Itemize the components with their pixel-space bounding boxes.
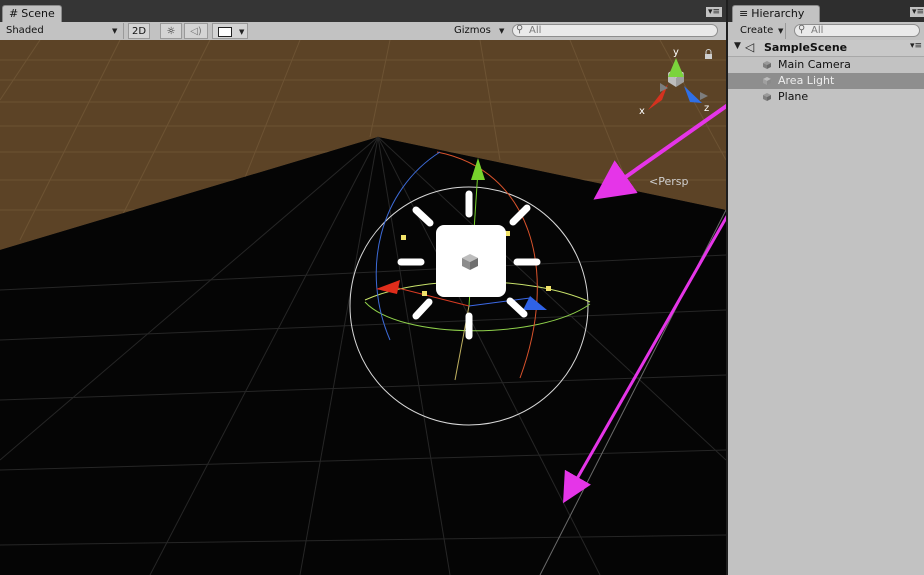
hierarchy-item-label: Plane xyxy=(778,90,809,103)
grid-icon: # xyxy=(9,7,19,20)
unity-logo-icon: ◁ xyxy=(745,40,755,54)
tab-scene-label: Scene xyxy=(21,7,55,20)
scene-root-row[interactable]: ▼ ◁ SampleScene ▾≡ xyxy=(728,40,924,57)
draw-mode-dropdown[interactable]: Shaded ▼ xyxy=(0,23,124,39)
gameobject-cube-icon xyxy=(763,61,771,69)
list-icon: ≡ xyxy=(739,7,749,20)
scene-menu-icon[interactable]: ▾≡ xyxy=(910,41,922,51)
create-label: Create xyxy=(740,25,774,36)
axis-x-label: x xyxy=(639,106,645,117)
axis-z-label: z xyxy=(704,103,709,114)
draw-mode-value: Shaded xyxy=(6,25,44,36)
audio-toggle-button[interactable]: ◁) xyxy=(184,23,208,39)
scene-search-placeholder: All xyxy=(529,25,542,36)
tab-hierarchy-label: Hierarchy xyxy=(751,7,805,20)
search-icon: ⚲ xyxy=(798,24,806,35)
scene-viewport[interactable]: y x z <Persp xyxy=(0,40,726,575)
effects-dropdown[interactable]: ▼ xyxy=(212,23,248,39)
hierarchy-panel-menu-icon[interactable]: ▾≡ xyxy=(910,7,924,17)
hierarchy-toolbar: Create ▼ ⚲ All xyxy=(728,22,924,41)
hierarchy-item-plane[interactable]: Plane xyxy=(728,89,924,105)
toggle-2d-label: 2D xyxy=(131,26,147,37)
gizmos-caret-icon: ▼ xyxy=(499,27,505,35)
draw-mode-caret-icon: ▼ xyxy=(112,27,118,35)
hierarchy-list: Main Camera Area Light Plane xyxy=(728,57,924,575)
expand-arrow-icon: ▼ xyxy=(734,41,741,51)
scene-panel: # Scene ▾≡ Shaded ▼ 2D ☼ ◁) ▼ Gizmos ▼ ⚲ … xyxy=(0,0,726,575)
hierarchy-item-main-camera[interactable]: Main Camera xyxy=(728,57,924,73)
hierarchy-item-area-light[interactable]: Area Light xyxy=(728,73,924,89)
projection-label: Persp xyxy=(658,175,689,188)
hierarchy-search-input[interactable]: ⚲ All xyxy=(794,24,920,37)
effects-caret-icon: ▼ xyxy=(239,28,245,36)
gizmos-label: Gizmos xyxy=(454,25,491,36)
gameobject-cube-icon xyxy=(763,93,771,101)
scene-name: SampleScene xyxy=(764,41,848,54)
scene-search-input[interactable]: ⚲ All xyxy=(512,24,718,37)
toggle-2d-button[interactable]: 2D xyxy=(128,23,150,39)
back-arrow-icon: < xyxy=(649,175,659,188)
scene-tab-bar: # Scene ▾≡ xyxy=(0,0,726,23)
tab-scene[interactable]: # Scene xyxy=(2,5,62,23)
hierarchy-item-label: Main Camera xyxy=(778,58,851,71)
axis-y-label: y xyxy=(673,47,679,58)
speaker-icon: ◁) xyxy=(190,26,202,37)
projection-toggle[interactable]: <Persp xyxy=(649,175,688,188)
sun-icon: ☼ xyxy=(166,26,176,37)
lighting-toggle-button[interactable]: ☼ xyxy=(160,23,182,39)
hierarchy-tab-bar: ≡ Hierarchy ▾≡ xyxy=(728,0,924,23)
create-caret-icon: ▼ xyxy=(778,27,784,35)
search-icon: ⚲ xyxy=(516,24,524,35)
create-dropdown[interactable]: Create ▼ xyxy=(736,23,786,39)
gameobject-cube-icon xyxy=(763,77,771,85)
hierarchy-item-label: Area Light xyxy=(778,74,835,87)
hierarchy-search-placeholder: All xyxy=(811,25,824,36)
scene-view-canvas: y x z xyxy=(0,40,726,575)
gizmos-dropdown[interactable]: Gizmos ▼ xyxy=(454,23,508,39)
scene-toolbar: Shaded ▼ 2D ☼ ◁) ▼ Gizmos ▼ ⚲ All xyxy=(0,22,726,41)
image-icon xyxy=(218,27,232,37)
scene-panel-menu-icon[interactable]: ▾≡ xyxy=(706,7,723,17)
tab-hierarchy[interactable]: ≡ Hierarchy xyxy=(732,5,820,23)
hierarchy-panel: ≡ Hierarchy ▾≡ Create ▼ ⚲ All ▼ ◁ SampleS… xyxy=(726,0,924,575)
